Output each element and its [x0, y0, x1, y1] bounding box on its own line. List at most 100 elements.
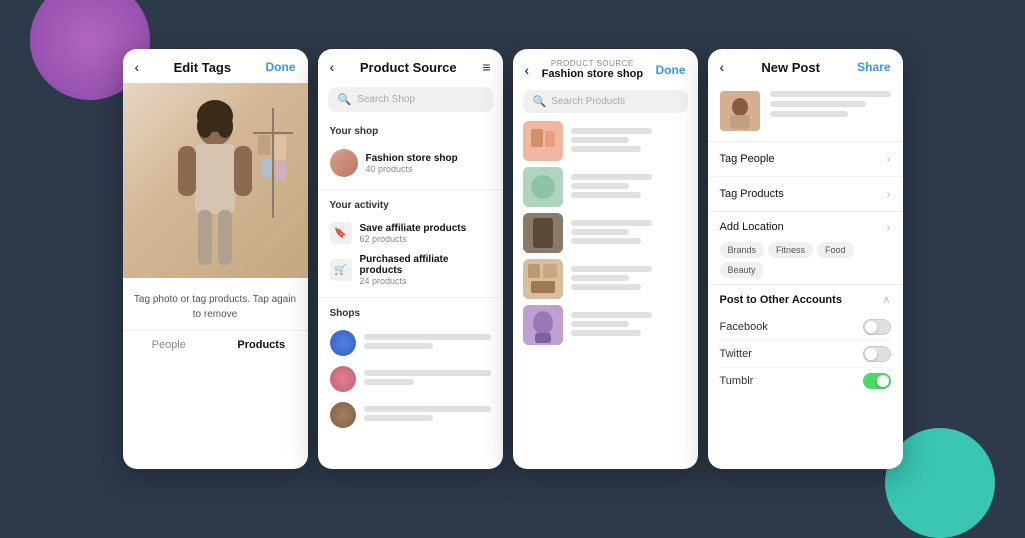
post-thumb: [720, 91, 760, 131]
your-activity-label: Your activity: [318, 196, 503, 217]
screen1-done-button[interactable]: Done: [266, 60, 296, 74]
product-row-2[interactable]: [523, 167, 688, 207]
ph-line-shorter: [364, 379, 415, 385]
screen1-header: ‹ Edit Tags Done: [123, 49, 308, 83]
screen3-search-bar[interactable]: 🔍 Search Products: [523, 90, 688, 113]
facebook-label: Facebook: [720, 321, 768, 333]
activity-purchased-info: Purchased affiliate products 24 products: [360, 254, 491, 286]
location-tag-brands[interactable]: Brands: [720, 242, 765, 258]
screen3-header: ‹ Product Source Fashion store shop Done: [513, 49, 698, 86]
tumblr-label: Tumblr: [720, 375, 754, 387]
social-row-tumblr: Tumblr: [720, 368, 891, 394]
facebook-toggle[interactable]: [863, 319, 891, 335]
tab-products[interactable]: Products: [215, 339, 308, 351]
ph-line: [770, 111, 849, 117]
product-thumb-3: [523, 213, 563, 253]
ph-line: [364, 370, 491, 376]
screen-fashion-store: ‹ Product Source Fashion store shop Done…: [513, 49, 698, 469]
search-products-placeholder: Search Products: [551, 96, 625, 107]
ph-line: [571, 220, 653, 226]
product-row-4[interactable]: [523, 259, 688, 299]
location-tag-beauty[interactable]: Beauty: [720, 262, 764, 278]
screens-container: ‹ Edit Tags Done: [103, 29, 923, 489]
search-products-icon: 🔍: [533, 95, 547, 108]
screen3-subtitle: Product Source: [529, 59, 655, 68]
shops-list: [318, 325, 503, 439]
ph-line: [571, 266, 653, 272]
add-location-label[interactable]: Add Location: [720, 221, 784, 233]
shop-row-2[interactable]: [318, 361, 503, 397]
activity-save-name: Save affiliate products: [360, 223, 491, 234]
ph-line-short: [364, 415, 434, 421]
chevron-right-icon: ›: [887, 220, 891, 234]
tumblr-toggle[interactable]: [863, 373, 891, 389]
ph-line: [770, 101, 867, 107]
shop-row-1[interactable]: [318, 325, 503, 361]
search-icon: 🔍: [338, 93, 352, 106]
screen1-tabs: People Products: [123, 330, 308, 357]
product-thumb-4: [523, 259, 563, 299]
other-accounts-section: Post to Other Accounts ∧ Facebook Twitte…: [708, 284, 903, 394]
screen2-header: ‹ Product Source ≡: [318, 49, 503, 83]
screen1-photo: [123, 83, 308, 278]
purchased-activity-icon: 🛒: [330, 259, 352, 281]
shop-avatar-2: [330, 366, 356, 392]
activity-save-count: 62 products: [360, 234, 491, 244]
product-thumb-5: [523, 305, 563, 345]
product-row-5[interactable]: [523, 305, 688, 345]
screen2-menu-icon[interactable]: ≡: [482, 59, 490, 75]
chevron-right-icon: ›: [887, 152, 891, 166]
chevron-right-icon: ›: [887, 187, 891, 201]
screen2-title: Product Source: [334, 60, 482, 75]
screen4-share-button[interactable]: Share: [857, 60, 890, 74]
screen1-title: Edit Tags: [174, 60, 232, 75]
location-tag-food[interactable]: Food: [817, 242, 854, 258]
twitter-toggle[interactable]: [863, 346, 891, 362]
action-row-tag-products[interactable]: Tag Products ›: [708, 176, 903, 211]
activity-save[interactable]: 🔖 Save affiliate products 62 products: [318, 217, 503, 249]
clothes-rack: [248, 103, 298, 223]
screen3-done-button[interactable]: Done: [656, 63, 686, 77]
other-accounts-label: Post to Other Accounts: [720, 294, 842, 306]
product-3-info: [571, 220, 688, 247]
product-row-1[interactable]: [523, 121, 688, 161]
search-shop-placeholder: Search Shop: [357, 94, 415, 105]
activity-purchased[interactable]: 🛒 Purchased affiliate products 24 produc…: [318, 249, 503, 291]
shop-3-placeholder: [364, 406, 491, 424]
shop-1-placeholder: [364, 334, 491, 352]
product-row-3[interactable]: [523, 213, 688, 253]
ph-line: [571, 312, 653, 318]
ph-line: [571, 174, 653, 180]
ph-line: [571, 128, 653, 134]
tab-people[interactable]: People: [123, 339, 216, 351]
ph-line: [571, 137, 630, 143]
screen2-search-bar[interactable]: 🔍 Search Shop: [328, 87, 493, 112]
action-row-tag-people[interactable]: Tag People ›: [708, 141, 903, 176]
shop-row-3[interactable]: [318, 397, 503, 433]
shop-avatar-1: [330, 330, 356, 356]
ph-line: [571, 330, 641, 336]
social-row-twitter: Twitter: [720, 341, 891, 368]
shop-count: 40 products: [366, 164, 491, 174]
activity-purchased-name: Purchased affiliate products: [360, 254, 491, 276]
ph-line: [571, 229, 630, 235]
screen1-back-icon[interactable]: ‹: [135, 59, 140, 75]
ph-line: [571, 284, 641, 290]
activity-purchased-count: 24 products: [360, 276, 491, 286]
your-shop-label: Your shop: [318, 122, 503, 143]
twitter-label: Twitter: [720, 348, 752, 360]
ph-line: [571, 275, 630, 281]
save-activity-icon: 🔖: [330, 222, 352, 244]
screen3-title: Fashion store shop: [529, 68, 655, 80]
post-thumb-inner: [720, 91, 760, 131]
chevron-up-icon[interactable]: ∧: [882, 293, 890, 306]
ph-line: [364, 334, 491, 340]
ph-line: [571, 321, 630, 327]
location-tag-fitness[interactable]: Fitness: [768, 242, 813, 258]
screen4-header: ‹ New Post Share: [708, 49, 903, 83]
shop-item[interactable]: Fashion store shop 40 products: [318, 143, 503, 183]
shop-avatar: [330, 149, 358, 177]
screen3-title-block: Product Source Fashion store shop: [529, 59, 655, 80]
shop-avatar-3: [330, 402, 356, 428]
product-5-info: [571, 312, 688, 339]
